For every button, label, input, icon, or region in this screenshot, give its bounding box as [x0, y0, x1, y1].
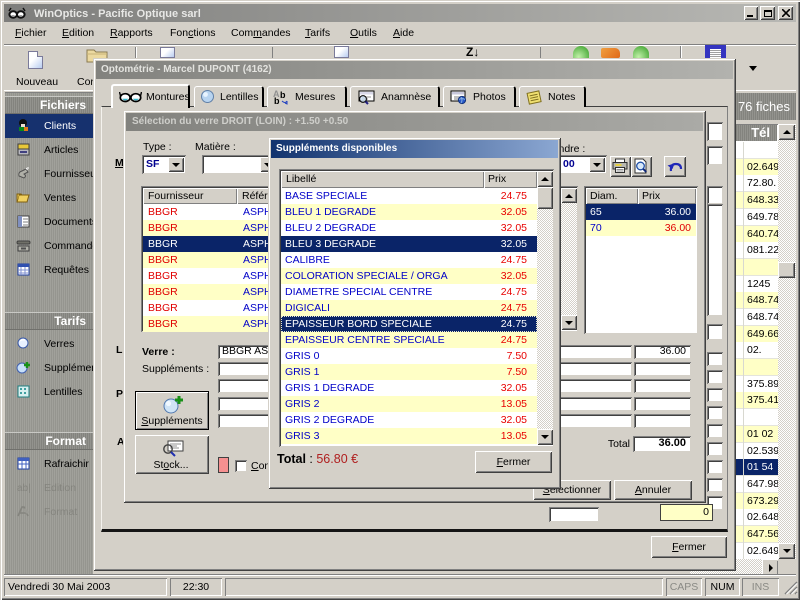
svg-text:ab|: ab|: [17, 483, 31, 494]
svg-text:b: b: [274, 96, 280, 105]
svg-text:b: b: [280, 90, 286, 100]
